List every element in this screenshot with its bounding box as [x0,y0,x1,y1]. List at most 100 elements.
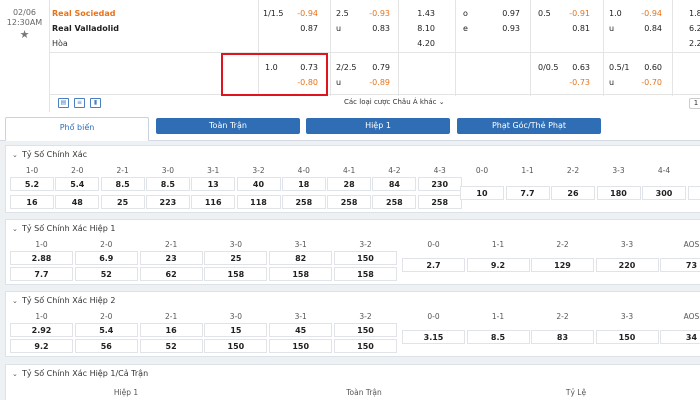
draw-score-odds[interactable]: 300 [642,186,686,200]
home-score-odds[interactable]: 5.4 [74,323,138,337]
h1-ou-over-odds[interactable]: -0.94 [632,7,662,21]
draw-score-odds[interactable]: 180 [596,186,641,200]
draw-score-odds[interactable]: 150 [595,330,659,344]
home-score-odds[interactable]: 2.88 [10,251,73,265]
away-score-odds[interactable]: 150 [269,339,333,353]
handicap-away-odds[interactable]: 0.87 [288,22,318,36]
odd-odds[interactable]: 0.97 [490,7,520,21]
star-icon[interactable]: ★ [0,29,49,41]
alt-ou-under-odds[interactable]: -0.89 [360,76,390,90]
home-score-odds[interactable]: 28 [327,177,372,191]
handicap-home-odds[interactable]: -0.94 [288,7,318,21]
home-score-odds[interactable]: 84 [372,177,417,191]
even-odds[interactable]: 0.93 [490,22,520,36]
away-score-odds[interactable]: 62 [139,267,203,281]
other-asian-odds-toggle[interactable]: Các loại cược Châu Á khác ⌄ [344,96,445,108]
home-score-odds[interactable]: 8.5 [100,177,145,191]
h1-1x2-away-odds[interactable]: 6.2 [689,22,700,36]
away-score-odds[interactable]: 258 [372,195,417,209]
1x2-home-odds[interactable]: 1.43 [405,7,435,21]
away-score-odds[interactable]: 118 [236,195,281,209]
alt-h1-handicap-home-odds[interactable]: 0.63 [560,61,590,75]
away-score-odds[interactable]: 258 [281,195,326,209]
draw-score-odds[interactable]: 8.5 [466,330,530,344]
h1-1x2-draw-odds[interactable]: 2.2 [689,37,700,51]
ou-under-odds[interactable]: 0.83 [360,22,390,36]
h1-handicap-home-odds[interactable]: -0.91 [560,7,590,21]
tab-popular[interactable]: Phổ biến [5,117,149,141]
home-score-odds[interactable]: 150 [334,323,397,337]
draw-score-odds[interactable]: 10 [460,186,504,200]
home-score-odds[interactable]: 6.9 [74,251,138,265]
row-divider [50,52,700,53]
away-score-odds[interactable]: 56 [74,339,138,353]
alt-h1-ou-over-odds[interactable]: 0.60 [632,61,662,75]
table-icon[interactable]: ▤ [58,98,69,108]
away-score-odds[interactable]: 258 [417,195,462,209]
list-icon[interactable]: ≡ [74,98,85,108]
ou-over-odds[interactable]: -0.93 [360,7,390,21]
home-score-odds[interactable]: 15 [204,323,268,337]
away-score-odds[interactable]: 158 [204,267,268,281]
h1-ou-under-odds[interactable]: 0.84 [632,22,662,36]
tab-full-time[interactable]: Toàn Trận [156,118,300,134]
draw-score-odds[interactable]: 220 [595,258,659,272]
home-score-odds[interactable]: 23 [139,251,203,265]
home-score-odds[interactable]: 16 [139,323,203,337]
home-score-odds[interactable]: 82 [269,251,333,265]
away-score-odds[interactable]: 16 [10,195,54,209]
draw-score-odds[interactable]: 7.7 [505,186,550,200]
home-score-odds[interactable]: 5.4 [55,177,100,191]
home-score-odds[interactable]: 8.5 [145,177,190,191]
draw-score-odds[interactable]: 18 [687,186,700,200]
home-team-name[interactable]: Real Sociedad [52,7,116,21]
away-score-odds[interactable]: 116 [191,195,236,209]
home-score-odds[interactable]: 2.92 [10,323,73,337]
away-score-odds[interactable]: 150 [204,339,268,353]
alt-ou-over-odds[interactable]: 0.79 [360,61,390,75]
alt-h1-handicap-away-odds[interactable]: -0.73 [560,76,590,90]
home-score-odds[interactable]: 13 [191,177,236,191]
home-score-odds[interactable]: 150 [334,251,397,265]
away-score-odds[interactable]: 158 [269,267,333,281]
away-score-odds[interactable]: 223 [145,195,190,209]
tab-first-half[interactable]: Hiệp 1 [306,118,450,134]
away-team-name[interactable]: Real Valladolid [52,22,119,36]
alt-h1-ou-under-odds[interactable]: -0.70 [632,76,662,90]
draw-score-odds[interactable]: 9.2 [466,258,530,272]
odd-label: o [463,9,468,18]
home-score-odds[interactable]: 25 [204,251,268,265]
section-header[interactable]: ⌄ Tỷ Số Chính Xác Hiệp 1/Cả Trận [12,368,148,380]
away-score-odds[interactable]: 52 [139,339,203,353]
draw-score-odds[interactable]: 2.7 [402,258,465,272]
draw-score-odds[interactable]: 73 [660,258,700,272]
away-score-odds[interactable]: 48 [55,195,100,209]
home-score-odds[interactable]: 230 [417,177,462,191]
away-score-odds[interactable]: 9.2 [10,339,73,353]
section-header[interactable]: ⌄ Tỷ Số Chính Xác [12,149,87,161]
home-score-odds[interactable]: 40 [236,177,281,191]
away-score-odds[interactable]: 258 [327,195,372,209]
draw-score-odds[interactable]: 129 [531,258,594,272]
draw-score-odds[interactable]: 34 [660,330,700,344]
draw-score-odds[interactable]: 26 [551,186,595,200]
1x2-away-odds[interactable]: 8.10 [405,22,435,36]
home-score-odds[interactable]: 18 [281,177,326,191]
away-score-odds[interactable]: 25 [100,195,145,209]
away-score-odds[interactable]: 158 [334,267,397,281]
section-header[interactable]: ⌄ Tỷ Số Chính Xác Hiệp 2 [12,295,115,307]
away-score-odds[interactable]: 52 [74,267,138,281]
more-markets-button[interactable]: 1 [689,98,700,109]
section-header[interactable]: ⌄ Tỷ Số Chính Xác Hiệp 1 [12,223,115,235]
bar-chart-icon[interactable]: ▮ [90,98,101,108]
draw-score-odds[interactable]: 3.15 [402,330,465,344]
away-score-odds[interactable]: 7.7 [10,267,73,281]
h1-1x2-home-odds[interactable]: 1.8 [689,7,700,21]
away-score-odds[interactable]: 150 [334,339,397,353]
1x2-draw-odds[interactable]: 4.20 [405,37,435,51]
home-score-odds[interactable]: 5.2 [10,177,54,191]
tab-corners-cards[interactable]: Phạt Góc/Thẻ Phạt [457,118,601,134]
h1-handicap-away-odds[interactable]: 0.81 [560,22,590,36]
home-score-odds[interactable]: 45 [269,323,333,337]
draw-score-odds[interactable]: 83 [531,330,594,344]
